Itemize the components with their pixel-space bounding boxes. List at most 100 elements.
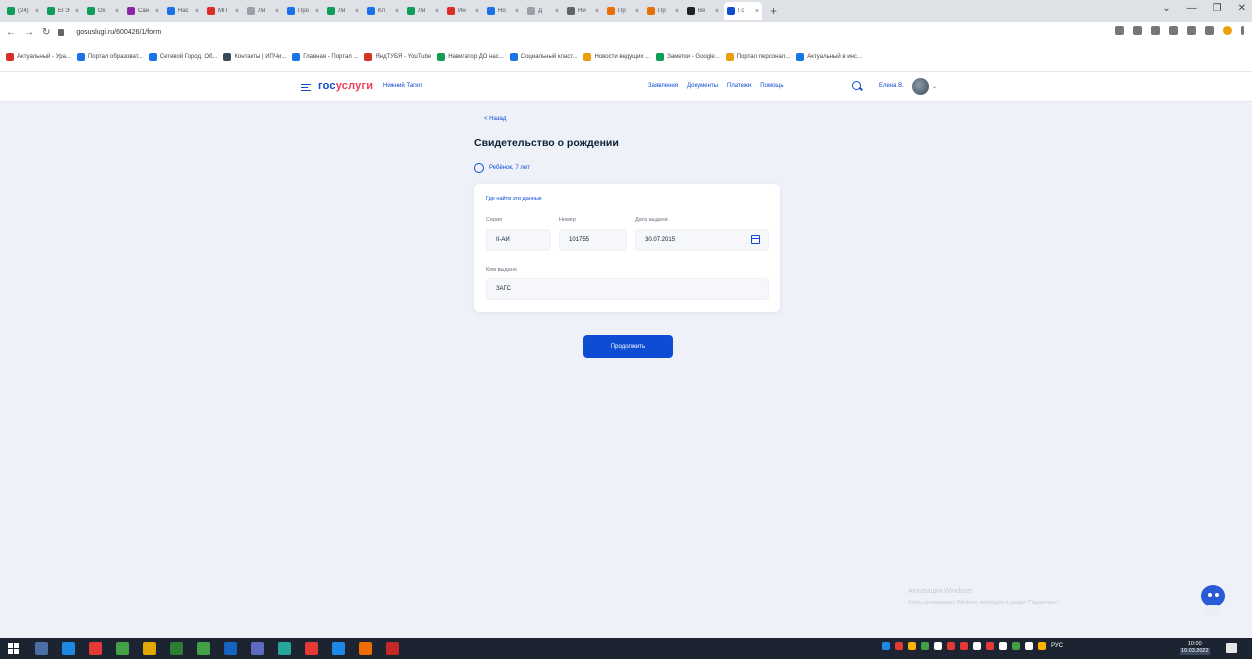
browser-tab[interactable]: Пр × [604, 2, 642, 20]
tab-close-icon[interactable]: × [115, 8, 119, 15]
tab-close-icon[interactable]: × [75, 8, 79, 15]
help-link[interactable]: Где найти эти данные [486, 196, 542, 202]
browser-tab[interactable]: Гс × [724, 2, 762, 20]
maximize-icon[interactable]: ❐ [1213, 3, 1222, 14]
bookmark-item[interactable]: ЯндТУБЯ - YouTube [364, 52, 431, 61]
taskbar-app-icon[interactable] [35, 642, 48, 655]
tray-icon[interactable] [947, 642, 955, 650]
person-selector[interactable]: Ребёнок, 7 лет [474, 163, 530, 173]
notifications-icon[interactable] [1226, 643, 1237, 653]
browser-tab[interactable]: Кл × [364, 2, 402, 20]
taskbar-app-icon[interactable] [359, 642, 372, 655]
browser-tab[interactable]: Про × [284, 2, 322, 20]
browser-menu-icon[interactable] [1241, 26, 1244, 35]
sidebar-icon[interactable] [1205, 26, 1214, 35]
tab-close-icon[interactable]: × [595, 8, 599, 15]
taskbar-app-icon[interactable] [197, 642, 210, 655]
tab-search-icon[interactable]: ⌄ [1162, 3, 1170, 14]
puzzle-icon[interactable] [1187, 26, 1196, 35]
back-link[interactable]: < Назад [484, 116, 506, 122]
bookmark-item[interactable]: Социальный класт... [509, 52, 577, 61]
reload-icon[interactable]: ↻ [42, 27, 50, 38]
tab-close-icon[interactable]: × [475, 8, 479, 15]
bookmark-item[interactable]: Сетевой Город. Об... [148, 52, 217, 61]
browser-tab[interactable]: Ох × [84, 2, 122, 20]
back-arrow-icon[interactable]: ← [6, 27, 16, 38]
browser-tab[interactable]: Ве × [684, 2, 722, 20]
chevron-down-icon[interactable]: ⌄ [932, 83, 937, 90]
tab-close-icon[interactable]: × [195, 8, 199, 15]
close-window-icon[interactable]: ✕ [1238, 3, 1246, 14]
taskbar-app-icon[interactable] [62, 642, 75, 655]
browser-tab[interactable]: Но × [484, 2, 522, 20]
browser-tab[interactable]: ЕГЭ × [44, 2, 82, 20]
tab-close-icon[interactable]: × [755, 8, 759, 15]
zoom-icon[interactable] [1115, 26, 1124, 35]
gosuslugi-logo[interactable]: госуслуги [318, 80, 373, 92]
tab-close-icon[interactable]: × [155, 8, 159, 15]
menu-icon[interactable] [301, 84, 311, 91]
bookmark-item[interactable]: Портал персонал... [725, 52, 790, 61]
star-icon[interactable] [1151, 26, 1160, 35]
nav-payments[interactable]: Платежи [727, 83, 751, 89]
tab-close-icon[interactable]: × [35, 8, 39, 15]
tab-close-icon[interactable]: × [555, 8, 559, 15]
bookmark-item[interactable]: Навигатор ДО нас... [437, 52, 504, 61]
browser-tab[interactable]: Пр × [644, 2, 682, 20]
tab-close-icon[interactable]: × [635, 8, 639, 15]
user-name[interactable]: Елена В. [879, 83, 904, 89]
taskbar-app-icon[interactable] [251, 642, 264, 655]
browser-tab[interactable]: МП × [204, 2, 242, 20]
tray-icon[interactable] [921, 642, 929, 650]
taskbar-app-icon[interactable] [143, 642, 156, 655]
nav-documents[interactable]: Документы [687, 83, 718, 89]
bookmark-item[interactable]: Новости ведущих ... [583, 52, 650, 61]
taskbar-app-icon[interactable] [170, 642, 183, 655]
browser-tab[interactable]: (24) × [4, 2, 42, 20]
tab-close-icon[interactable]: × [355, 8, 359, 15]
tab-close-icon[interactable]: × [275, 8, 279, 15]
bookmark-item[interactable]: Актуальный в инс... [796, 52, 862, 61]
avatar[interactable] [912, 78, 929, 95]
number-field[interactable]: 101755 [559, 229, 627, 251]
browser-tab[interactable]: Сан × [124, 2, 162, 20]
bookmark-item[interactable]: Контакты | ИПЧи... [223, 52, 286, 61]
calendar-icon[interactable] [751, 235, 760, 244]
language-indicator[interactable]: РУС [1051, 643, 1063, 649]
continue-button[interactable]: Продолжить [583, 335, 673, 358]
issuer-field[interactable]: ЗАГС [486, 278, 769, 300]
system-clock[interactable]: 10:00 10.03.2022 [1180, 641, 1210, 655]
taskbar-app-icon[interactable] [116, 642, 129, 655]
bookmark-item[interactable]: Заметки - Google... [656, 52, 720, 61]
tab-close-icon[interactable]: × [395, 8, 399, 15]
browser-tab[interactable]: Ин × [444, 2, 482, 20]
taskbar-app-icon[interactable] [305, 642, 318, 655]
robot-assistant-icon[interactable] [1199, 585, 1227, 617]
browser-tab[interactable]: Нас × [164, 2, 202, 20]
tray-icon[interactable] [882, 642, 890, 650]
browser-tab[interactable]: Ни × [564, 2, 602, 20]
bookmark-item[interactable]: Главная - Портал ... [292, 52, 358, 61]
nav-applications[interactable]: Заявления [648, 83, 678, 89]
taskbar-app-icon[interactable] [224, 642, 237, 655]
taskbar-app-icon[interactable] [332, 642, 345, 655]
browser-tab[interactable]: Ли × [244, 2, 282, 20]
tab-close-icon[interactable]: × [235, 8, 239, 15]
taskbar-app-icon[interactable] [386, 642, 399, 655]
windows-start-icon[interactable] [8, 643, 19, 654]
share-icon[interactable] [1133, 26, 1142, 35]
location-link[interactable]: Нижний Тагил [383, 83, 422, 89]
series-field[interactable]: II-АИ [486, 229, 551, 251]
minimize-icon[interactable]: — [1187, 3, 1197, 14]
browser-tab[interactable]: Ли × [324, 2, 362, 20]
bookmark-item[interactable]: Актуальный - Ура... [6, 52, 71, 61]
tab-close-icon[interactable]: × [675, 8, 679, 15]
tray-icon[interactable] [1012, 642, 1020, 650]
browser-tab[interactable]: Д × [524, 2, 562, 20]
tray-icon[interactable] [908, 642, 916, 650]
tray-icon[interactable] [973, 642, 981, 650]
taskbar-app-icon[interactable] [278, 642, 291, 655]
lock-icon[interactable] [58, 28, 65, 36]
tray-icon[interactable] [934, 642, 942, 650]
tray-icon[interactable] [1025, 642, 1033, 650]
